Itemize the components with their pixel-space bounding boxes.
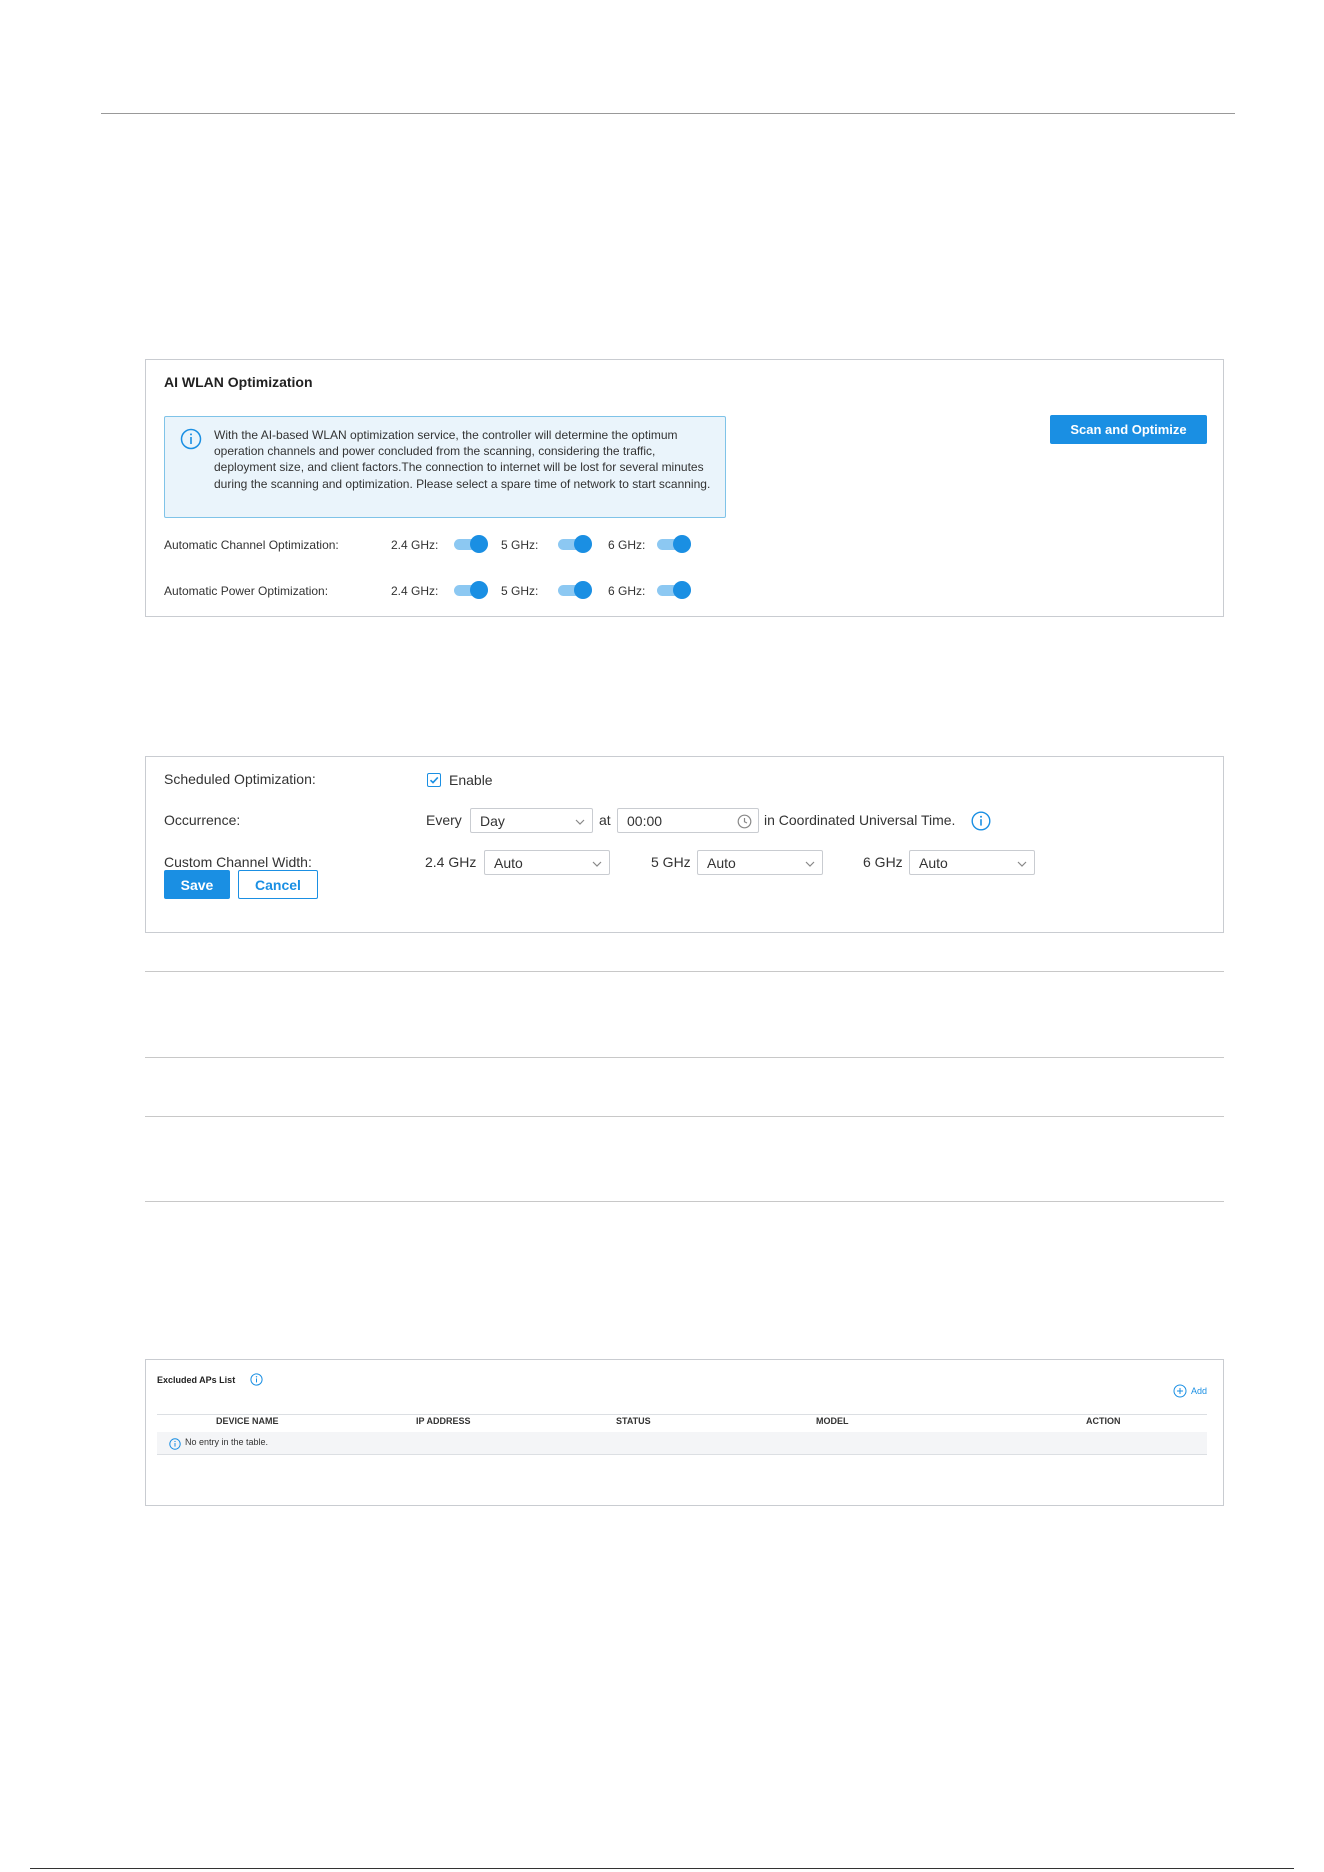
power-band-24-label: 2.4 GHz: — [391, 584, 439, 598]
width-6-value: Auto — [919, 855, 948, 871]
power-band-6-label: 6 GHz: — [608, 584, 646, 598]
width-band-6-label: 6 GHz — [863, 854, 903, 870]
section-divider — [145, 971, 1224, 972]
occurrence-label: Occurrence: — [164, 812, 241, 828]
channel-band-24-label: 2.4 GHz: — [391, 538, 439, 552]
excluded-info-icon[interactable] — [250, 1373, 263, 1391]
width-24-value: Auto — [494, 855, 523, 871]
add-label: Add — [1190, 1386, 1207, 1396]
time-value: 00:00 — [627, 813, 663, 829]
power-optimization-label: Automatic Power Optimization: — [164, 584, 329, 598]
width-6-select[interactable]: Auto — [909, 850, 1035, 875]
section-divider — [145, 1116, 1224, 1117]
info-notice: With the AI-based WLAN optimization serv… — [164, 416, 726, 518]
at-label: at — [599, 812, 611, 828]
timezone-text: in Coordinated Universal Time. — [764, 812, 956, 828]
width-band-5-label: 5 GHz — [651, 854, 691, 870]
table-top-rule — [157, 1414, 1207, 1415]
info-icon — [169, 1437, 181, 1455]
add-button[interactable]: Add — [1173, 1384, 1207, 1398]
column-header[interactable]: ACTION — [1086, 1416, 1121, 1426]
width-5-value: Auto — [707, 855, 736, 871]
save-button[interactable]: Save — [164, 870, 230, 899]
cancel-button[interactable]: Cancel — [238, 870, 318, 899]
width-band-24-label: 2.4 GHz — [425, 854, 477, 870]
enable-label: Enable — [449, 772, 493, 788]
clock-icon — [737, 814, 752, 834]
ai-wlan-title: AI WLAN Optimization — [164, 374, 313, 390]
column-header[interactable]: STATUS — [616, 1416, 651, 1426]
occurrence-select[interactable]: Day — [470, 808, 593, 833]
empty-table-row: No entry in the table. — [157, 1432, 1207, 1454]
chevron-down-icon — [591, 857, 603, 875]
timezone-info-icon[interactable] — [971, 811, 991, 836]
channel-5-toggle[interactable] — [558, 535, 592, 553]
scheduled-label: Scheduled Optimization: — [164, 771, 316, 787]
width-5-select[interactable]: Auto — [697, 850, 823, 875]
section-divider — [145, 1201, 1224, 1202]
channel-optimization-label: Automatic Channel Optimization: — [164, 538, 339, 552]
section-divider — [145, 1057, 1224, 1058]
footer-rule — [30, 1868, 1294, 1869]
channel-band-5-label: 5 GHz: — [501, 538, 539, 552]
channel-width-label: Custom Channel Width: — [164, 854, 312, 870]
channel-24-toggle[interactable] — [454, 535, 488, 553]
power-band-5-label: 5 GHz: — [501, 584, 539, 598]
chevron-down-icon — [804, 857, 816, 875]
occurrence-value: Day — [480, 813, 505, 829]
every-label: Every — [426, 812, 462, 828]
scan-and-optimize-button[interactable]: Scan and Optimize — [1050, 415, 1207, 444]
ai-wlan-panel: AI WLAN Optimization With the AI-based W… — [145, 359, 1224, 617]
notice-text: With the AI-based WLAN optimization serv… — [214, 428, 711, 491]
width-24-select[interactable]: Auto — [484, 850, 610, 875]
empty-table-text: No entry in the table. — [185, 1437, 269, 1447]
info-icon — [180, 428, 202, 455]
excluded-aps-title: Excluded APs List — [157, 1375, 236, 1385]
column-header[interactable]: MODEL — [816, 1416, 849, 1426]
channel-band-6-label: 6 GHz: — [608, 538, 646, 552]
header-rule — [101, 113, 1235, 114]
scheduled-panel: Scheduled Optimization: Enable Occurrenc… — [145, 756, 1224, 933]
power-optimization-row: Automatic Power Optimization: 2.4 GHz: 5… — [164, 581, 724, 604]
power-5-toggle[interactable] — [558, 581, 592, 599]
time-input[interactable]: 00:00 — [617, 808, 759, 833]
excluded-aps-panel: Excluded APs List Add DEVICE NAME IP ADD… — [145, 1359, 1224, 1506]
table-bottom-rule — [157, 1454, 1207, 1455]
power-6-toggle[interactable] — [657, 581, 691, 599]
column-header[interactable]: DEVICE NAME — [216, 1416, 279, 1426]
plus-circle-icon — [1173, 1384, 1187, 1398]
channel-6-toggle[interactable] — [657, 535, 691, 553]
chevron-down-icon — [1016, 857, 1028, 875]
enable-checkbox[interactable] — [427, 773, 441, 787]
power-24-toggle[interactable] — [454, 581, 488, 599]
chevron-down-icon — [574, 815, 586, 833]
column-header[interactable]: IP ADDRESS — [416, 1416, 471, 1426]
channel-optimization-row: Automatic Channel Optimization: 2.4 GHz:… — [164, 535, 724, 558]
